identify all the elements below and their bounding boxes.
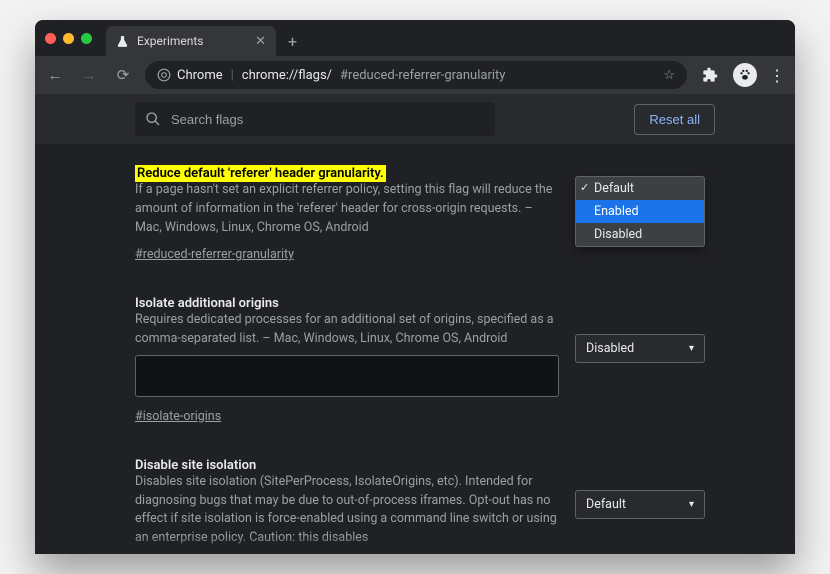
profile-avatar[interactable]: [733, 63, 757, 87]
flag-title: Reduce default 'referer' header granular…: [135, 165, 386, 182]
content-fade: [35, 536, 795, 554]
back-button[interactable]: ←: [43, 66, 67, 84]
window-close-button[interactable]: [45, 33, 56, 44]
puzzle-icon: [702, 67, 718, 83]
bookmark-star-icon[interactable]: ☆: [663, 68, 675, 83]
window-minimize-button[interactable]: [63, 33, 74, 44]
flag-dropdown-open[interactable]: Default Enabled Disabled: [575, 176, 705, 247]
address-bar[interactable]: Chrome | chrome://flags/ #reduced-referre…: [145, 61, 687, 89]
dropdown-option-enabled[interactable]: Enabled: [576, 200, 704, 223]
chevron-down-icon: ▾: [689, 343, 694, 354]
paw-icon: [738, 68, 752, 82]
tab-close-button[interactable]: ✕: [255, 34, 266, 49]
dropdown-option-disabled[interactable]: Disabled: [576, 223, 704, 246]
browser-window: Experiments ✕ + ← → ⟳ Chrome | chrome://…: [35, 20, 795, 554]
flags-content: Reduce default 'referer' header granular…: [35, 144, 795, 554]
reload-button[interactable]: ⟳: [111, 66, 135, 84]
search-input[interactable]: [171, 112, 485, 127]
url-separator: |: [231, 68, 234, 83]
flag-description: Requires dedicated processes for an addi…: [135, 311, 559, 349]
flag-description: If a page hasn't set an explicit referre…: [135, 181, 559, 237]
flag-anchor-link[interactable]: #isolate-origins: [135, 409, 221, 424]
url-hash: #reduced-referrer-granularity: [340, 68, 505, 83]
search-box[interactable]: [135, 102, 495, 136]
extensions-button[interactable]: [697, 62, 723, 88]
reset-all-button[interactable]: Reset all: [634, 104, 715, 135]
flag-select-label: Disabled: [586, 341, 634, 356]
menu-button[interactable]: ⋮: [767, 66, 787, 85]
flag-anchor-link[interactable]: #reduced-referrer-granularity: [135, 247, 294, 262]
flag-select[interactable]: Disabled ▾: [575, 334, 705, 363]
url-main: chrome://flags/: [242, 68, 332, 83]
forward-button: →: [77, 66, 101, 84]
site-chip: Chrome: [157, 68, 223, 83]
search-icon: [145, 111, 161, 127]
flask-icon: [116, 35, 129, 48]
chevron-down-icon: ▾: [689, 499, 694, 510]
window-maximize-button[interactable]: [81, 33, 92, 44]
browser-tab[interactable]: Experiments ✕: [106, 26, 276, 56]
toolbar: ← → ⟳ Chrome | chrome://flags/ #reduced-r…: [35, 56, 795, 94]
tab-bar: Experiments ✕ +: [35, 20, 795, 56]
flag-title: Isolate additional origins: [135, 296, 279, 311]
flag-item: Reduce default 'referer' header granular…: [135, 162, 715, 262]
flag-item: Isolate additional origins Requires dedi…: [135, 292, 715, 424]
flags-topbar: Reset all: [35, 94, 795, 144]
flag-select[interactable]: Default ▾: [575, 490, 705, 519]
chrome-icon: [157, 68, 171, 82]
new-tab-button[interactable]: +: [276, 32, 309, 51]
flag-select-label: Default: [586, 497, 626, 512]
dropdown-option-default[interactable]: Default: [576, 177, 704, 200]
flag-title: Disable site isolation: [135, 458, 256, 473]
flag-textarea[interactable]: [135, 355, 559, 397]
tab-title: Experiments: [137, 34, 204, 48]
